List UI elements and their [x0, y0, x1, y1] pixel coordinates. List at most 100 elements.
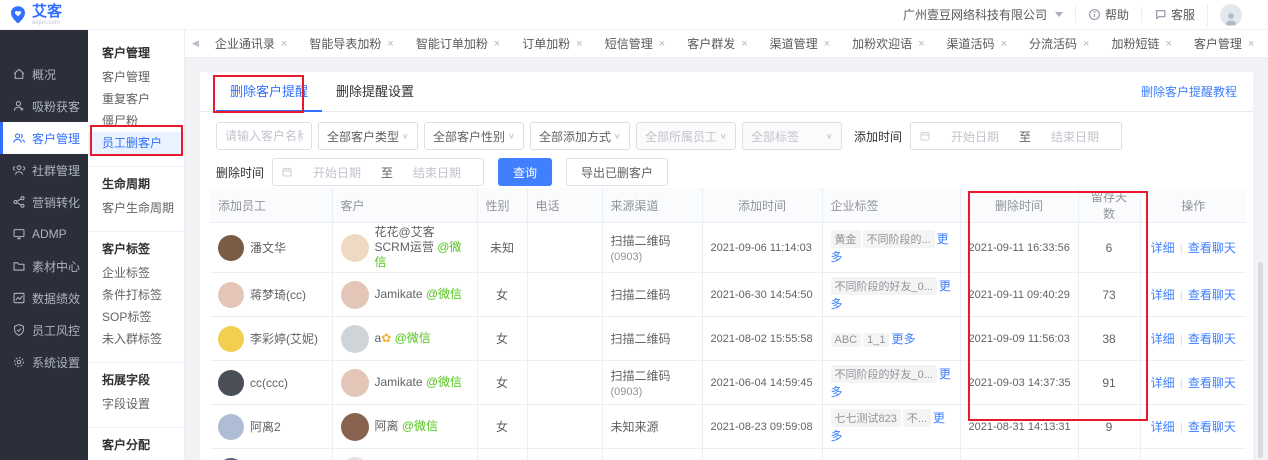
close-icon[interactable]: × [387, 38, 393, 50]
share-icon [12, 195, 26, 209]
nav-label: 营销转化 [32, 194, 80, 211]
close-icon[interactable]: × [918, 38, 924, 50]
customer-name-input[interactable] [216, 122, 312, 150]
add-method-select[interactable]: 全部添加方式∨ [530, 122, 630, 150]
window-tab[interactable]: 分流活码× [1018, 30, 1100, 58]
window-tab[interactable]: 客户管理× [1183, 30, 1265, 58]
nav-admp[interactable]: ADMP [0, 218, 88, 250]
divider: | [1180, 376, 1183, 390]
customer-gender-select[interactable]: 全部客户性别∨ [424, 122, 524, 150]
detail-link[interactable]: 详细 [1151, 288, 1175, 302]
customer-service-button[interactable]: 客服 [1141, 6, 1207, 23]
window-tab[interactable]: 智能导表加粉 × [298, 30, 404, 58]
tab-label: 企业通讯录 [215, 35, 275, 52]
view-chat-link[interactable]: 查看聊天 [1188, 420, 1236, 434]
close-icon[interactable]: × [576, 38, 582, 50]
window-tab[interactable]: 短信管理× [594, 30, 676, 58]
tab-label: 智能导表加粉 [309, 35, 381, 52]
tab-scroll-left-icon[interactable]: ◀ [187, 38, 204, 49]
help-button[interactable]: 帮助 [1075, 6, 1141, 23]
tab-delete-customer-reminder[interactable]: 删除客户提醒 [216, 72, 322, 112]
help-label: 帮助 [1105, 6, 1129, 23]
submenu-item-zombie-fans[interactable]: 僵尸粉 [88, 110, 184, 132]
add-time-daterange[interactable]: 开始日期 至 结束日期 [910, 122, 1122, 150]
window-tab[interactable]: 渠道活码× [936, 30, 1018, 58]
window-tab[interactable]: 客户群发× [676, 30, 758, 58]
tags-cell [822, 449, 960, 460]
nav-customer-management[interactable]: 客户管理 [0, 122, 88, 154]
close-icon[interactable]: × [281, 38, 287, 50]
tag: ABC [831, 333, 862, 347]
search-button[interactable]: 查询 [498, 158, 552, 186]
submenu-item-conditional-tags[interactable]: 条件打标签 [88, 284, 184, 306]
close-icon[interactable]: × [1248, 38, 1254, 50]
detail-link[interactable]: 详细 [1151, 241, 1175, 255]
submenu-item-sop-tags[interactable]: SOP标签 [88, 306, 184, 328]
tag-select[interactable]: 全部标签∨ [742, 122, 842, 150]
view-chat-link[interactable]: 查看聊天 [1188, 288, 1236, 302]
window-tab[interactable]: 订单加粉× [511, 30, 593, 58]
nav-marketing-conversion[interactable]: 营销转化 [0, 186, 88, 218]
nav-material-center[interactable]: 素材中心 [0, 250, 88, 282]
close-icon[interactable]: × [1001, 38, 1007, 50]
tag: 七七测试823 [831, 409, 901, 427]
window-tab[interactable]: 加粉欢迎语× [841, 30, 935, 58]
nav-employee-risk[interactable]: 员工风控 [0, 314, 88, 346]
tab-label: 渠道管理 [770, 35, 818, 52]
window-tab[interactable]: 智能订单加粉× [405, 30, 511, 58]
tag: 不同阶段的... [863, 230, 935, 248]
nav-data-performance[interactable]: 数据绩效 [0, 282, 88, 314]
delete-time-cell: 2021-09-03 14:37:35 [960, 361, 1078, 405]
select-value: 全部所属员工 [645, 128, 717, 145]
close-icon[interactable]: × [1165, 38, 1171, 50]
export-deleted-customers-button[interactable]: 导出已删客户 [566, 158, 668, 186]
tutorial-link[interactable]: 删除客户提醒教程 [1141, 83, 1237, 100]
more-link[interactable]: 更多 [891, 332, 915, 346]
close-icon[interactable]: × [741, 38, 747, 50]
nav-fan-acquisition[interactable]: 吸粉获客 [0, 90, 88, 122]
window-tab[interactable]: 企业通讯录 × [204, 30, 298, 58]
user-menu[interactable] [1207, 4, 1254, 26]
submenu-item-enterprise-tags[interactable]: 企业标签 [88, 262, 184, 284]
table-row: 潘文华 花花@艾客SCRM运营 @微信 未知 扫描二维码(0903) 2021-… [210, 223, 1246, 273]
detail-link[interactable]: 详细 [1151, 332, 1175, 346]
detail-link[interactable]: 详细 [1151, 420, 1175, 434]
close-icon[interactable]: × [659, 38, 665, 50]
window-tab[interactable]: 渠道管理 × [759, 30, 841, 58]
table-scrollbar[interactable] [1258, 262, 1263, 458]
close-icon[interactable]: × [494, 38, 500, 50]
nav-system-settings[interactable]: 系统设置 [0, 346, 88, 378]
person-icon [1223, 10, 1239, 26]
employee-avatar [218, 235, 244, 261]
submenu-item-duplicate-customers[interactable]: 重复客户 [88, 88, 184, 110]
section-title: 客户分配 [88, 436, 184, 458]
view-chat-link[interactable]: 查看聊天 [1188, 332, 1236, 346]
submenu-item-not-in-group-tags[interactable]: 未入群标签 [88, 328, 184, 350]
window-tab[interactable]: 加粉短链× [1100, 30, 1182, 58]
close-icon[interactable]: × [1083, 38, 1089, 50]
phone-cell [527, 449, 602, 460]
company-switcher[interactable]: 广州壹豆网络科技有限公司 [891, 6, 1075, 23]
col-customer: 客户 [332, 188, 477, 223]
chart-line-icon [12, 291, 26, 305]
close-icon[interactable]: × [824, 38, 830, 50]
nav-community-management[interactable]: 社群管理 [0, 154, 88, 186]
source-cell: 未知来源 [602, 405, 702, 449]
source-sub: (0903) [611, 251, 694, 263]
tab-delete-reminder-settings[interactable]: 删除提醒设置 [322, 72, 428, 112]
section-title: 拓展字段 [88, 371, 184, 393]
source-cell: 未知来源 [602, 449, 702, 460]
tags-cell: 七七测试823不...更多 [822, 405, 960, 449]
nav-overview[interactable]: 概况 [0, 58, 88, 90]
customer-type-select[interactable]: 全部客户类型∨ [318, 122, 418, 150]
view-chat-link[interactable]: 查看聊天 [1188, 376, 1236, 390]
submenu-item-employee-deleted-customers[interactable]: 员工删客户 [88, 132, 184, 154]
detail-link[interactable]: 详细 [1151, 376, 1175, 390]
submenu-item-field-settings[interactable]: 字段设置 [88, 393, 184, 415]
gender-cell: 女 [477, 273, 527, 317]
delete-time-daterange[interactable]: 开始日期 至 结束日期 [272, 158, 484, 186]
submenu-item-customer-lifecycle[interactable]: 客户生命周期 [88, 197, 184, 219]
view-chat-link[interactable]: 查看聊天 [1188, 241, 1236, 255]
owner-staff-select[interactable]: 全部所属员工∨ [636, 122, 736, 150]
submenu-item-customer-management[interactable]: 客户管理 [88, 66, 184, 88]
